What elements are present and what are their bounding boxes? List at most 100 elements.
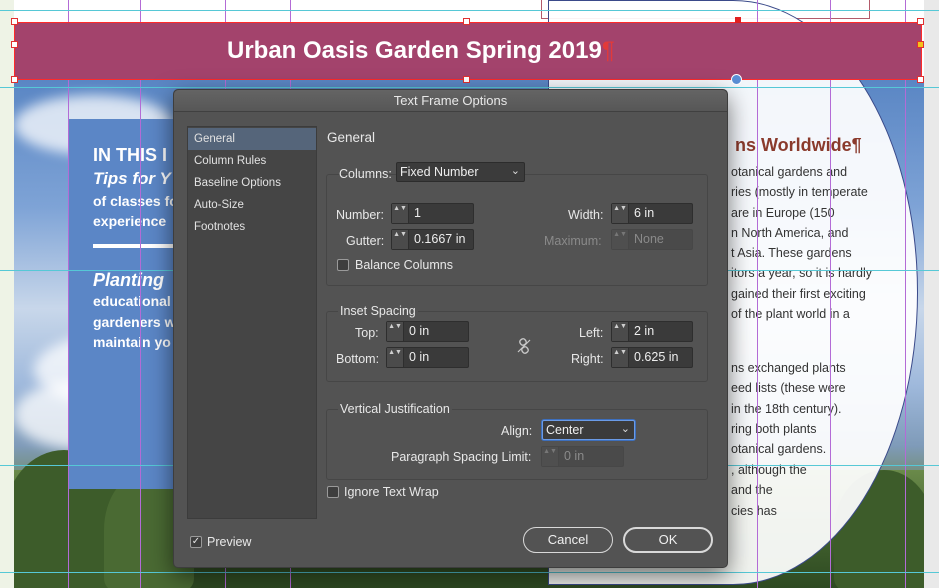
sidebar-body-line: maintain yo (93, 334, 171, 350)
margin-guide (0, 10, 939, 11)
columns-type-value: Fixed Number (400, 165, 479, 179)
column-guide (68, 0, 69, 588)
columns-type-select[interactable]: Fixed Number ⌄ (396, 162, 525, 182)
sidebar-line: experience (93, 213, 167, 229)
number-stepper[interactable]: ▲▼ 1 (391, 203, 474, 224)
chevron-down-icon: ⌄ (510, 165, 520, 177)
number-label: Number: (336, 208, 384, 222)
cancel-button[interactable]: Cancel (523, 527, 613, 553)
dialog-title[interactable]: Text Frame Options (174, 90, 727, 112)
preview-checkbox[interactable]: ✓ (190, 536, 202, 548)
content-grabber-icon[interactable] (731, 74, 742, 85)
inset-spacing-title: Inset Spacing (338, 304, 418, 318)
banner-title: Urban Oasis Garden Spring 2019¶ (227, 37, 615, 65)
text-frame-options-dialog: Text Frame Options General Column Rules … (173, 89, 728, 568)
pasteboard-right (924, 0, 939, 588)
selection-handle[interactable] (917, 76, 924, 83)
stepper-arrows-icon[interactable]: ▲▼ (612, 204, 629, 223)
inset-left-stepper[interactable]: ▲▼ 2 in (611, 321, 693, 342)
category-baseline-options[interactable]: Baseline Options (188, 172, 316, 194)
paragraph-spacing-limit-stepper: ▲▼ 0 in (541, 446, 624, 467)
align-label: Align: (501, 424, 533, 438)
column-guide (140, 0, 141, 588)
article-line: in the 18th century). (731, 402, 842, 416)
ignore-text-wrap-label[interactable]: Ignore Text Wrap (344, 485, 439, 499)
inset-bottom-label: Bottom: (336, 352, 380, 366)
category-footnotes[interactable]: Footnotes (188, 216, 316, 238)
gutter-value: 0.1667 in (414, 232, 466, 246)
inset-top-label: Top: (355, 326, 379, 340)
article-line: ring both plants (731, 422, 817, 436)
article-line: otanical gardens. (731, 442, 827, 456)
sidebar-planting-heading: Planting (93, 270, 164, 290)
width-label: Width: (568, 208, 604, 222)
article-line: ns exchanged plants (731, 361, 846, 375)
inset-left-value: 2 in (634, 324, 655, 338)
stepper-arrows-icon[interactable]: ▲▼ (387, 322, 404, 341)
vertical-justification-title: Vertical Justification (338, 402, 452, 416)
category-auto-size[interactable]: Auto-Size (188, 194, 316, 216)
in-port-marker[interactable] (735, 17, 741, 23)
ok-button[interactable]: OK (623, 527, 713, 553)
selection-handle[interactable] (463, 76, 470, 83)
stepper-arrows-icon[interactable]: ▲▼ (387, 348, 404, 367)
balance-columns-checkbox[interactable] (337, 259, 349, 271)
stepper-arrows-icon[interactable]: ▲▼ (612, 348, 629, 367)
article-line: itors a year, so it is hardly (731, 266, 873, 280)
stepper-arrows-icon: ▲▼ (542, 447, 559, 466)
stepper-arrows-icon[interactable]: ▲▼ (392, 230, 409, 249)
inset-right-label: Right: (571, 352, 604, 366)
margin-guide (0, 87, 939, 88)
sidebar-body-line: educational (93, 293, 171, 309)
selection-handle[interactable] (463, 18, 470, 25)
align-select[interactable]: Center ⌄ (542, 420, 635, 440)
check-icon: ✓ (191, 536, 201, 547)
align-value: Center (546, 423, 584, 437)
number-value: 1 (414, 206, 421, 220)
maximum-label: Maximum: (544, 234, 602, 248)
gutter-stepper[interactable]: ▲▼ 0.1667 in (391, 229, 474, 250)
column-guide (905, 0, 906, 588)
selection-handle[interactable] (11, 18, 18, 25)
margin-guide (0, 572, 939, 573)
article-line: ries (mostly in temperate (731, 185, 868, 199)
column-guide (830, 0, 831, 588)
width-value: 6 in (634, 206, 655, 220)
selection-handle[interactable] (11, 76, 18, 83)
category-column-rules[interactable]: Column Rules (188, 150, 316, 172)
inset-left-label: Left: (579, 326, 604, 340)
inset-right-stepper[interactable]: ▲▼ 0.625 in (611, 347, 693, 368)
banner-text-frame[interactable]: Urban Oasis Garden Spring 2019¶ (14, 22, 922, 80)
stepper-arrows-icon[interactable]: ▲▼ (612, 322, 629, 341)
column-guide (757, 0, 758, 588)
selection-handle[interactable] (11, 41, 18, 48)
width-stepper[interactable]: ▲▼ 6 in (611, 203, 693, 224)
inset-bottom-value: 0 in (409, 350, 430, 364)
pasteboard-left (0, 0, 14, 588)
out-port-handle[interactable] (917, 41, 924, 48)
selection-handle[interactable] (917, 18, 924, 25)
maximum-value: None (634, 232, 664, 246)
balance-columns-label[interactable]: Balance Columns (355, 258, 453, 272)
banner-title-text: Urban Oasis Garden Spring 2019 (227, 37, 602, 64)
article-heading: ns Worldwide¶ (735, 135, 862, 155)
category-general[interactable]: General (188, 128, 316, 150)
sidebar-heading: IN THIS I (93, 145, 168, 165)
stepper-arrows-icon[interactable]: ▲▼ (392, 204, 409, 223)
inset-bottom-stepper[interactable]: ▲▼ 0 in (386, 347, 469, 368)
ignore-text-wrap-checkbox[interactable] (327, 486, 339, 498)
article-line: eed lists (these were (731, 381, 846, 395)
article-line: t Asia. These gardens (731, 246, 852, 260)
maximum-stepper: ▲▼ None (611, 229, 693, 250)
article-line: gained their first exciting (731, 287, 866, 301)
sidebar-subheading: Tips for Y (93, 169, 171, 188)
gutter-label: Gutter: (346, 234, 385, 248)
paragraph-spacing-limit-value: 0 in (564, 449, 585, 463)
chevron-down-icon: ⌄ (620, 423, 630, 435)
inset-top-stepper[interactable]: ▲▼ 0 in (386, 321, 469, 342)
pilcrow-mark: ¶ (601, 37, 615, 64)
inset-right-value: 0.625 in (634, 350, 679, 364)
unlink-chain-icon[interactable] (517, 338, 531, 354)
sidebar-line: of classes fo (93, 193, 178, 209)
preview-label[interactable]: Preview (207, 535, 251, 549)
